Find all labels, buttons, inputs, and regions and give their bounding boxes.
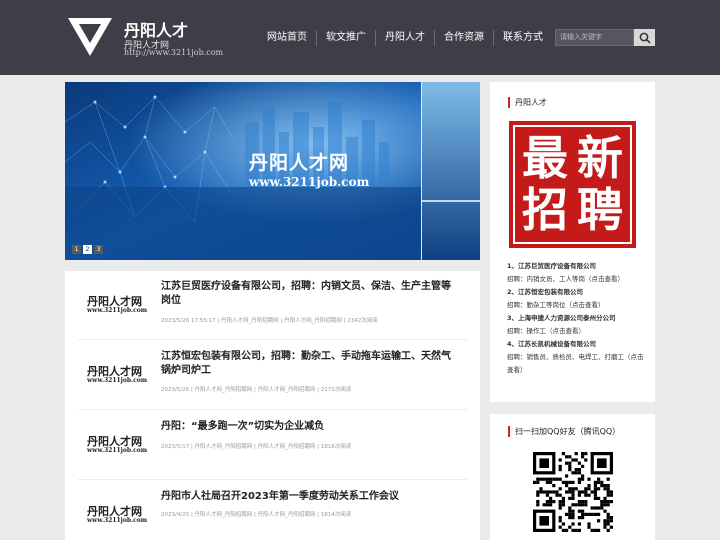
thumbnail-url: www.3211job.com	[87, 307, 148, 314]
nav-home[interactable]: 网站首页	[258, 30, 317, 46]
article-item[interactable]: 丹阳人才网 www.3211job.com 江苏巨贸医疗设备有限公司，招聘：内销…	[78, 271, 467, 340]
nav-contact[interactable]: 联系方式	[494, 30, 552, 46]
stamp-char: 最	[522, 131, 568, 185]
stamp-char: 聘	[577, 183, 623, 237]
article-item[interactable]: 丹阳人才网 www.3211job.com 江苏恒宏包装有限公司，招聘：勤杂工、…	[78, 341, 467, 410]
banner-title: 丹阳人才网	[249, 152, 350, 174]
qr-code-icon	[533, 452, 613, 532]
sidebar-title: 丹阳人才	[515, 98, 547, 107]
latest-jobs-stamp[interactable]: 最 新 招 聘	[509, 121, 636, 248]
article-thumbnail[interactable]: 丹阳人才网 www.3211job.com	[78, 271, 151, 340]
banner-url: www.3211job.com	[249, 175, 370, 189]
article-meta: 2023/5/17 | 丹阳人才网_丹阳招聘网 | 丹阳人才网_丹阳招聘网 | …	[161, 444, 352, 450]
sidebar-qr-panel: 扫一扫加QQ好友（腾讯QQ）	[490, 414, 655, 540]
sidebar-heading: 扫一扫加QQ好友（腾讯QQ）	[508, 426, 620, 437]
slider-pagination: 1 2 3	[72, 245, 103, 254]
article-meta: 2023/4/25 | 丹阳人才网_丹阳招聘网 | 丹阳人才网_丹阳招聘网 | …	[161, 512, 352, 518]
thumbnail-url: www.3211job.com	[87, 377, 148, 384]
article-title[interactable]: 江苏巨贸医疗设备有限公司，招聘：内销文员、保洁、生产主管等岗位	[161, 280, 459, 308]
article-title[interactable]: 丹阳市人社局召开2023年第一季度劳动关系工作会议	[161, 490, 459, 504]
heading-accent-bar	[508, 97, 510, 108]
nav-partners[interactable]: 合作资源	[435, 30, 494, 46]
site-url: http://www.3211job.com	[124, 48, 224, 57]
banner-slider[interactable]: 丹阳人才网 www.3211job.com 1 2 3	[65, 82, 480, 260]
job-description[interactable]: 招聘：销售员、质检员、电焊工、打磨工（点击查看）	[507, 351, 647, 377]
qr-title: 扫一扫加QQ好友（腾讯QQ）	[515, 427, 621, 436]
article-thumbnail[interactable]: 丹阳人才网 www.3211job.com	[78, 341, 151, 410]
job-list: 1、江苏巨贸医疗设备有限公司 招聘：内销文员、工人等岗（点击查看） 2、江苏恒宏…	[507, 260, 647, 377]
job-company[interactable]: 4、江苏长凯机械设备有限公司	[507, 338, 647, 351]
heading-accent-bar	[508, 426, 510, 437]
search-icon	[639, 32, 651, 44]
job-description[interactable]: 招聘：内销文员、工人等岗（点击查看）	[507, 273, 647, 286]
sidebar-jobs-panel: 丹阳人才 最 新 招 聘 1、江苏巨贸医疗设备有限公司 招聘：内销文员、工人等岗…	[490, 82, 655, 402]
search-input[interactable]: 请输入关键字	[555, 29, 634, 46]
job-company[interactable]: 2、江苏恒宏包装有限公司	[507, 286, 647, 299]
article-thumbnail[interactable]: 丹阳人才网 www.3211job.com	[78, 411, 151, 480]
search-button[interactable]	[634, 29, 655, 46]
article-thumbnail[interactable]: 丹阳人才网 www.3211job.com	[78, 481, 151, 540]
nav-talent[interactable]: 丹阳人才	[376, 30, 435, 46]
slider-dot-1[interactable]: 1	[72, 245, 81, 254]
job-description[interactable]: 招聘：操作工（点击查看）	[507, 325, 647, 338]
job-company[interactable]: 1、江苏巨贸医疗设备有限公司	[507, 260, 647, 273]
logo-icon[interactable]	[68, 18, 112, 56]
nav-softarticle[interactable]: 软文推广	[317, 30, 376, 46]
job-description[interactable]: 招聘：勤杂工等岗位（点击查看）	[507, 299, 647, 312]
article-item[interactable]: 丹阳人才网 www.3211job.com 丹阳：“最多跑一次”切实为企业减负 …	[78, 411, 467, 480]
search-box: 请输入关键字	[555, 29, 655, 46]
article-title[interactable]: 江苏恒宏包装有限公司，招聘：勤杂工、手动拖车运输工、天然气锅炉司炉工	[161, 350, 459, 378]
sidebar-heading: 丹阳人才	[508, 97, 547, 108]
thumbnail-url: www.3211job.com	[87, 447, 148, 454]
slider-dot-3[interactable]: 3	[94, 245, 103, 254]
stamp-char: 新	[577, 131, 623, 185]
stamp-char: 招	[522, 183, 568, 237]
site-header: 丹阳人才 丹阳人才网 http://www.3211job.com 网站首页 软…	[0, 0, 720, 75]
job-company[interactable]: 3、上海申捷人力资源公司泰州分公司	[507, 312, 647, 325]
article-meta: 2023/5/26 17:55:17 | 丹阳人才网_丹阳招聘网 | 丹阳人才网…	[161, 318, 378, 324]
thumbnail-url: www.3211job.com	[87, 517, 148, 524]
article-title[interactable]: 丹阳：“最多跑一次”切实为企业减负	[161, 420, 459, 434]
slider-dot-2[interactable]: 2	[83, 245, 92, 254]
article-item[interactable]: 丹阳人才网 www.3211job.com 丹阳市人社局召开2023年第一季度劳…	[78, 481, 467, 540]
article-meta: 2023/5/26 | 丹阳人才网_丹阳招聘网 | 丹阳人才网_丹阳招聘网 | …	[161, 387, 352, 393]
main-nav: 网站首页 软文推广 丹阳人才 合作资源 联系方式	[258, 30, 552, 46]
article-list: 丹阳人才网 www.3211job.com 江苏巨贸医疗设备有限公司，招聘：内销…	[65, 271, 480, 540]
